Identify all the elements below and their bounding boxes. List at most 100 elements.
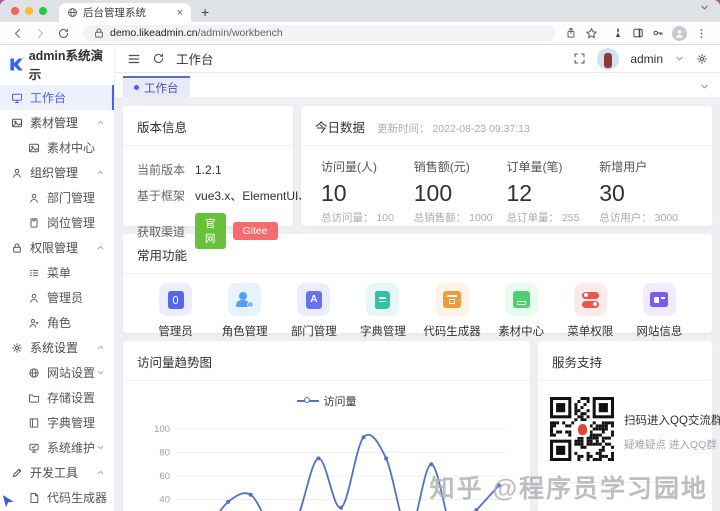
page-tab-bar: 工作台	[115, 73, 720, 98]
fullscreen-icon[interactable]	[573, 52, 586, 65]
extension-panel-icon[interactable]	[632, 27, 644, 39]
extension-flask-icon[interactable]	[612, 27, 624, 39]
quick-function-label: 管理员	[158, 326, 193, 338]
support-card-title: 服务支持	[538, 341, 712, 381]
settings-gear-icon[interactable]	[696, 53, 708, 65]
bookmark-star-icon[interactable]	[585, 27, 598, 40]
channel-button-official[interactable]: 官网	[195, 213, 226, 249]
quick-function-admin[interactable]: 管理员	[141, 283, 210, 339]
stat-item: 订单量(笔) 12 总订单量： 255	[506, 160, 580, 224]
refresh-icon[interactable]	[152, 52, 165, 65]
sidebar-item-storage-setting[interactable]: 存储设置	[0, 385, 114, 410]
support-divider	[550, 482, 700, 483]
sidebar-item-label: 素材管理	[30, 116, 79, 130]
quick-function-menu-perm[interactable]: 菜单权限	[556, 283, 625, 339]
workbench-content: 版本信息 当前版本 1.2.1 基于框架 vue3.x、ElementUI、MySQL…	[115, 98, 720, 511]
address-bar[interactable]: demo.likeadmin.cn/admin/workbench	[83, 24, 555, 42]
sidebar-item-perm-manage[interactable]: 权限管理	[0, 235, 114, 260]
sidebar-item-workbench[interactable]: 工作台	[0, 85, 114, 110]
browser-menu-dots-icon[interactable]	[695, 27, 708, 40]
lock-icon	[11, 242, 23, 254]
sidebar-item-label: 工作台	[30, 91, 67, 105]
sidebar-item-label: 开发工具	[30, 466, 79, 480]
share-icon[interactable]	[565, 27, 577, 39]
updated-time: 更新时间： 2022-08-23 09:37:13	[377, 123, 530, 135]
today-card-title: 今日数据	[315, 121, 366, 135]
quick-function-material-center[interactable]: 素材中心	[487, 283, 556, 339]
sidebar-item-code-generator[interactable]: 代码生成器	[0, 485, 114, 510]
sidebar-item-label: 管理员	[47, 291, 84, 305]
browser-tab[interactable]: 后台管理系统 ×	[59, 3, 191, 22]
sidebar-item-role[interactable]: 角色	[0, 310, 114, 335]
quick-function-label: 部门管理	[290, 326, 337, 338]
chevron-down-icon	[96, 368, 105, 377]
qq-penguin-icon	[574, 421, 590, 437]
sidebar-item-menu[interactable]: 菜单	[0, 260, 114, 285]
window-minimize-button[interactable]	[25, 7, 33, 15]
browser-window: 后台管理系统 × + demo.likeadmin.cn/admin/workb…	[0, 0, 720, 511]
quick-function-role-manage[interactable]: 角色管理	[210, 283, 279, 339]
sidebar-item-org-manage[interactable]: 组织管理	[0, 160, 114, 185]
url-path: /admin/workbench	[197, 27, 283, 39]
menu-perm-icon	[573, 283, 607, 316]
sidebar-item-post-manage[interactable]: 岗位管理	[0, 210, 114, 235]
sidebar-collapse-icon[interactable]	[127, 52, 141, 66]
dept-manage-icon: A	[297, 283, 331, 316]
image-icon	[11, 117, 23, 129]
monitor-icon	[11, 92, 23, 104]
role-manage-icon	[228, 283, 262, 316]
browser-tab-strip: 后台管理系统 × +	[0, 0, 720, 22]
version-card-title: 版本信息	[123, 106, 293, 146]
quick-function-website-info[interactable]: 网站信息	[625, 283, 694, 339]
tab-workbench[interactable]: 工作台	[123, 76, 190, 97]
sidebar-item-dept-manage[interactable]: 部门管理	[0, 185, 114, 210]
forward-button[interactable]	[31, 27, 50, 40]
tabbar-chevron-down-icon[interactable]	[699, 81, 710, 92]
stat-item: 新增用户 30 总访用户： 3000	[599, 160, 679, 224]
sidebar-item-dict-manage[interactable]: 字典管理	[0, 410, 114, 435]
qr-caption-main: 扫码进入QQ交流群	[624, 414, 720, 427]
sidebar-item-label: 菜单	[47, 266, 72, 280]
browser-profile-avatar[interactable]	[672, 25, 687, 41]
tab-strip-chevron-down-icon[interactable]	[699, 0, 710, 18]
app-logo[interactable]: admin系统演示	[0, 45, 114, 83]
user-chevron-down-icon[interactable]	[674, 53, 685, 64]
quick-function-code-generator[interactable]: 代码生成器	[418, 283, 487, 339]
stat-item: 访问量(人) 10 总访问量： 100	[321, 160, 394, 224]
new-tab-button[interactable]: +	[191, 4, 219, 22]
legend-label: 访问量	[323, 396, 357, 408]
user-avatar[interactable]	[597, 47, 620, 70]
chevron-up-icon	[96, 468, 105, 477]
chart-legend[interactable]: 访问量	[123, 393, 530, 409]
quick-function-label: 角色管理	[221, 326, 268, 338]
sidebar-item-material-manage[interactable]: 素材管理	[0, 110, 114, 135]
image-icon	[28, 142, 40, 154]
maintain-icon	[28, 442, 40, 454]
sidebar-item-label: 组织管理	[30, 166, 79, 180]
visits-line-chart: 100806040200	[154, 424, 506, 511]
stat-item: 销售额(元) 100 总销售额： 1000	[413, 160, 493, 224]
tab-close-icon[interactable]: ×	[175, 7, 185, 19]
window-zoom-button[interactable]	[39, 7, 47, 15]
user-icon	[28, 192, 40, 204]
sidebar-item-label: 角色	[47, 316, 72, 330]
chart-card-title: 访问量趋势图	[123, 341, 530, 381]
extension-key-icon[interactable]	[652, 27, 664, 39]
quick-function-dept-manage[interactable]: A 部门管理	[279, 283, 348, 339]
channel-button-gitee[interactable]: Gitee	[232, 222, 278, 240]
sidebar-item-admin[interactable]: 管理员	[0, 285, 114, 310]
today-data-card: 今日数据 更新时间： 2022-08-23 09:37:13 访问量(人) 10 总…	[301, 106, 712, 226]
sidebar-item-material-center[interactable]: 素材中心	[0, 135, 114, 160]
window-close-button[interactable]	[11, 7, 19, 15]
sidebar: admin系统演示 工作台素材管理素材中心组织管理部门管理 岗位管理 权限管理菜单管…	[0, 45, 115, 511]
sidebar-item-dev-tools[interactable]: 开发工具	[0, 460, 114, 485]
sidebar-item-system-maintain[interactable]: 系统维护	[0, 435, 114, 460]
sidebar-item-system-setting[interactable]: 系统设置	[0, 335, 114, 360]
top-header: 工作台 admin	[115, 45, 720, 73]
username[interactable]: admin	[630, 52, 663, 66]
reload-button[interactable]	[54, 27, 73, 40]
sidebar-item-website-setting[interactable]: 网站设置	[0, 360, 114, 385]
quick-function-dict-manage[interactable]: 字典管理	[348, 283, 417, 339]
quick-function-label: 字典管理	[359, 326, 406, 338]
back-button[interactable]	[8, 27, 27, 40]
